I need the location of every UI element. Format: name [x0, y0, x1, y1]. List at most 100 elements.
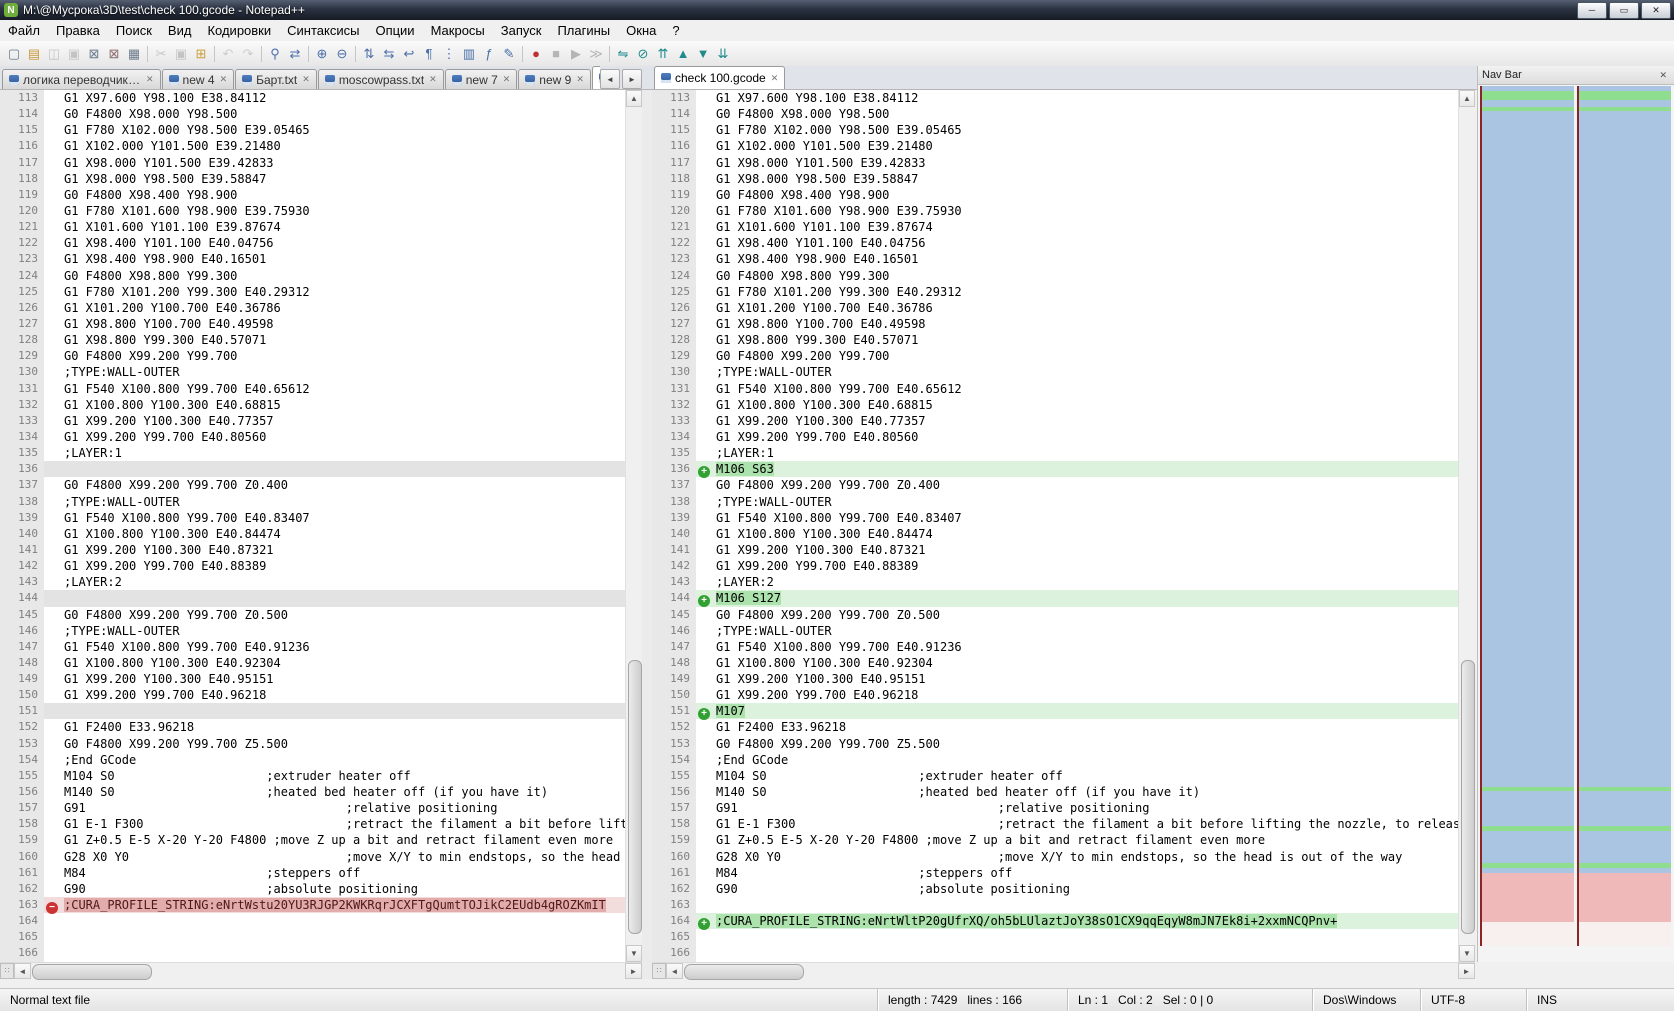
paste-icon[interactable]: ⊞ [192, 45, 210, 63]
replace-icon[interactable]: ⇄ [286, 45, 304, 63]
vertical-scrollbar-left[interactable]: ▲▼ [625, 90, 642, 962]
tab-close-icon[interactable]: ✕ [428, 74, 437, 85]
menu-item[interactable]: Окна [618, 21, 664, 40]
horizontal-scroll-thumb[interactable] [684, 964, 804, 980]
diff-text-highlight: M106 S63 [716, 462, 774, 476]
diff-margin [44, 219, 62, 235]
tab-close-icon[interactable]: ✕ [502, 74, 511, 85]
tab-scroll-left-button[interactable]: ◄ [600, 69, 620, 89]
menu-item[interactable]: Файл [0, 21, 48, 40]
file-tab[interactable]: moscowpass.txt✕ [318, 69, 444, 89]
menu-item[interactable]: Правка [48, 21, 108, 40]
zoom-in-icon[interactable]: ⊕ [313, 45, 331, 63]
function-list-icon[interactable]: ƒ [480, 45, 498, 63]
zoom-out-icon[interactable]: ⊖ [333, 45, 351, 63]
nav-bar-left-document-map[interactable] [1480, 86, 1574, 946]
file-tab[interactable]: new 4✕ [162, 69, 235, 89]
horizontal-scrollbar-left[interactable]: ∷◄► [0, 962, 642, 979]
code-line: 140G1 X100.800 Y100.300 E40.84474 [0, 526, 625, 542]
file-tab[interactable]: new 7✕ [445, 69, 518, 89]
horizontal-scrollbar-right[interactable]: ∷◄► [652, 962, 1475, 979]
nav-bar-right-document-map[interactable] [1577, 86, 1671, 946]
new-file-icon[interactable]: ▢ [5, 45, 23, 63]
pane-splitter[interactable] [642, 90, 652, 979]
last-diff-icon[interactable]: ⇊ [714, 45, 732, 63]
find-icon[interactable]: ⚲ [266, 45, 284, 63]
scroll-down-icon[interactable]: ▼ [626, 945, 642, 962]
tab-close-icon[interactable]: ✕ [770, 73, 779, 84]
menu-item[interactable]: Поиск [108, 21, 160, 40]
open-folder-icon[interactable]: ▤ [25, 45, 43, 63]
scroll-right-icon[interactable]: ► [1458, 963, 1475, 979]
diff-margin [696, 687, 714, 703]
scroll-left-icon[interactable]: ◄ [666, 963, 683, 979]
line-number: 161 [652, 865, 696, 881]
code-text: G0 F4800 X98.400 Y98.900 [714, 187, 1458, 203]
word-wrap-icon[interactable]: ↩ [400, 45, 418, 63]
nav-bar-close-icon[interactable]: ✕ [1656, 70, 1670, 81]
show-all-chars-icon[interactable]: ¶ [420, 45, 438, 63]
vertical-scrollbar-right[interactable]: ▲▼ [1458, 90, 1475, 962]
menu-item[interactable]: Вид [160, 21, 200, 40]
scroll-down-icon[interactable]: ▼ [1459, 945, 1475, 962]
scroll-right-icon[interactable]: ► [625, 963, 642, 979]
user-define-dialog-icon[interactable]: ✎ [500, 45, 518, 63]
code-lines-right[interactable]: 113G1 X97.600 Y98.100 E38.84112114G0 F48… [652, 90, 1458, 962]
next-diff-icon[interactable]: ▼ [694, 45, 712, 63]
doc-map-icon[interactable]: ▥ [460, 45, 478, 63]
diff-margin [44, 348, 62, 364]
code-text: G1 X99.200 Y100.300 E40.77357 [714, 413, 1458, 429]
tab-scroll-right-button[interactable]: ► [622, 69, 642, 89]
indent-guide-icon[interactable]: ⋮ [440, 45, 458, 63]
vertical-scroll-thumb[interactable] [628, 660, 642, 934]
minimize-button[interactable]: ─ [1577, 2, 1607, 19]
code-lines-left[interactable]: 113G1 X97.600 Y98.100 E38.84112114G0 F48… [0, 90, 625, 962]
status-encoding[interactable]: UTF-8 [1420, 989, 1526, 1011]
sync-vertical-icon[interactable]: ⇅ [360, 45, 378, 63]
horizontal-scroll-thumb[interactable] [32, 964, 152, 980]
menu-item[interactable]: Синтаксисы [279, 21, 367, 40]
close-file-icon[interactable]: ⊠ [85, 45, 103, 63]
status-eol-format[interactable]: Dos\Windows [1312, 989, 1420, 1011]
line-number: 118 [0, 171, 44, 187]
menu-item[interactable]: Запуск [493, 21, 550, 40]
close-all-icon[interactable]: ⊠ [105, 45, 123, 63]
sync-horizontal-icon[interactable]: ⇆ [380, 45, 398, 63]
prev-diff-icon[interactable]: ▲ [674, 45, 692, 63]
redo-icon: ↷ [239, 45, 257, 63]
tab-close-icon[interactable]: ✕ [575, 74, 584, 85]
scroll-left-icon[interactable]: ◄ [14, 963, 31, 979]
undo-icon: ↶ [219, 45, 237, 63]
line-number: 143 [0, 574, 44, 590]
menu-item[interactable]: Опции [367, 21, 422, 40]
scroll-up-icon[interactable]: ▲ [626, 90, 642, 107]
code-line: 114G0 F4800 X98.000 Y98.500 [0, 106, 625, 122]
macro-record-icon[interactable]: ● [527, 45, 545, 63]
first-diff-icon[interactable]: ⇈ [654, 45, 672, 63]
file-tab[interactable]: Барт.txt✕ [235, 69, 317, 89]
status-insert-mode[interactable]: INS [1526, 989, 1674, 1011]
file-tab[interactable]: new 9✕ [518, 69, 591, 89]
tab-close-icon[interactable]: ✕ [219, 74, 228, 85]
line-number: 145 [652, 607, 696, 623]
editor-pane-right[interactable]: 113G1 X97.600 Y98.100 E38.84112114G0 F48… [652, 90, 1475, 962]
menu-item[interactable]: Плагины [549, 21, 618, 40]
menu-item[interactable]: Кодировки [199, 21, 279, 40]
file-tab[interactable]: check 100.gcode✕ [654, 66, 785, 89]
menu-item[interactable]: ? [664, 21, 687, 40]
vertical-scroll-thumb[interactable] [1461, 660, 1475, 934]
file-tab[interactable]: логика переводчика.txt✕ [2, 69, 161, 89]
close-button[interactable]: ✕ [1641, 2, 1671, 19]
tab-close-icon[interactable]: ✕ [301, 74, 310, 85]
maximize-button[interactable]: ▭ [1609, 2, 1639, 19]
tab-close-icon[interactable]: ✕ [145, 74, 154, 85]
menu-item[interactable]: Макросы [423, 21, 493, 40]
line-number: 153 [652, 736, 696, 752]
clear-compare-icon[interactable]: ⊘ [634, 45, 652, 63]
print-icon[interactable]: ▦ [125, 45, 143, 63]
compare-icon[interactable]: ⇋ [614, 45, 632, 63]
scroll-up-icon[interactable]: ▲ [1459, 90, 1475, 107]
file-tab[interactable]: check 100 wof...✕ [592, 66, 600, 89]
line-number: 142 [0, 558, 44, 574]
editor-pane-left[interactable]: 113G1 X97.600 Y98.100 E38.84112114G0 F48… [0, 90, 642, 962]
